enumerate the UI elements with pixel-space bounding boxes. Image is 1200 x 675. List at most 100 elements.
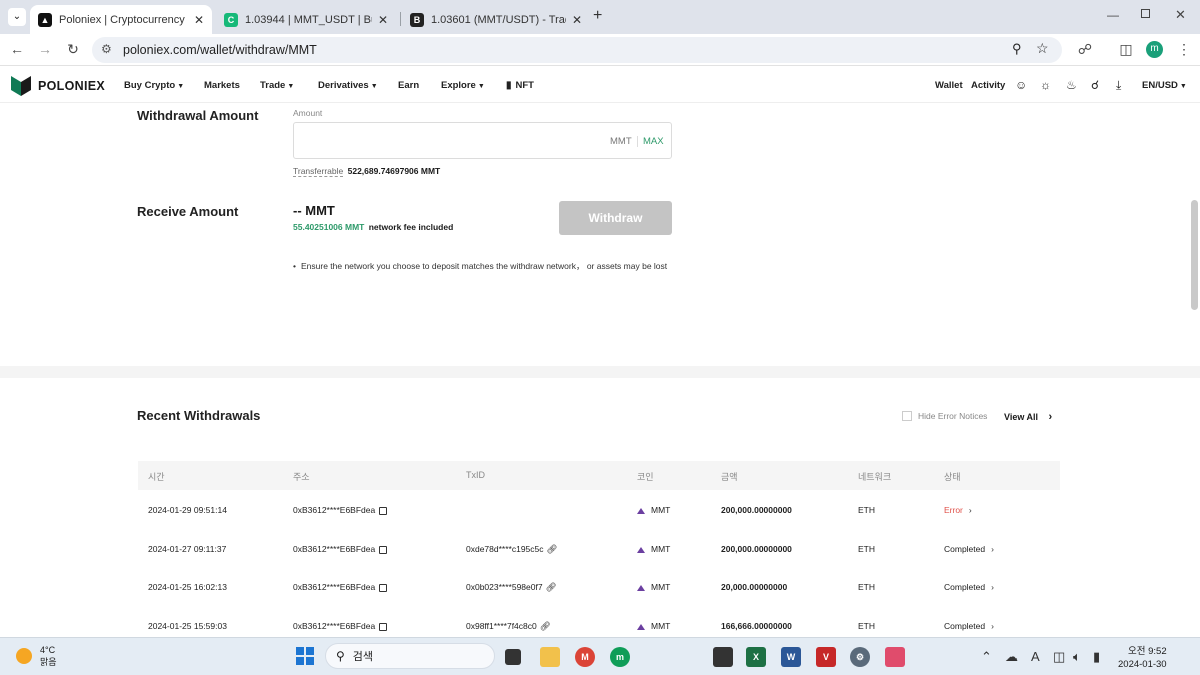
battery-icon[interactable]: ▮	[1093, 649, 1100, 665]
browser-tab-trade[interactable]: B 1.03601 (MMT/USDT) - Trade ✕	[402, 5, 590, 34]
account-icon[interactable]: ☺	[1015, 78, 1027, 92]
download-icon[interactable]: ⤓	[1116, 78, 1121, 93]
amount-currency: MMT	[610, 136, 632, 147]
nav-earn[interactable]: Earn	[398, 80, 419, 91]
poloniex-favicon: ▲	[38, 12, 52, 27]
language-currency-selector[interactable]: EN/USD ▼	[1142, 80, 1187, 91]
close-tab-icon[interactable]: ✕	[572, 13, 582, 27]
nav-derivatives[interactable]: Derivatives ▼	[318, 80, 378, 91]
hide-error-notices-toggle[interactable]: Hide Error Notices	[902, 411, 987, 421]
amount-label: Amount	[293, 108, 323, 118]
amount-cell: 166,666.00000000	[721, 621, 792, 631]
status-cell[interactable]: Completed ›	[944, 544, 994, 554]
chrome-profile-m2-icon[interactable]: m	[610, 647, 630, 667]
nav-markets[interactable]: Markets	[204, 80, 240, 91]
minimize-window-icon[interactable]: —	[1107, 8, 1119, 22]
browser-tab-poloniex[interactable]: ▲ Poloniex | Cryptocurrency Exch ✕	[30, 5, 212, 34]
poloniex-logo[interactable]: POLONIEX	[11, 76, 105, 96]
status-text: Error	[944, 505, 963, 515]
copy-icon[interactable]	[379, 583, 388, 592]
page-scrollbar[interactable]	[1191, 200, 1198, 310]
side-panel-icon[interactable]: ◫	[1117, 41, 1135, 58]
nav-activity[interactable]: Activity	[971, 80, 1005, 91]
bookmark-star-icon[interactable]: ☆	[1036, 40, 1049, 57]
zoom-icon[interactable]: ⚲	[1012, 41, 1022, 57]
tab-search-button[interactable]: ⌄	[8, 8, 26, 26]
address-bar[interactable]: ⚙ poloniex.com/wallet/withdraw/MMT ⚲ ☆	[92, 37, 1062, 63]
settings-gear-icon[interactable]: ⚙	[850, 647, 870, 667]
external-link-icon[interactable]: 🔗︎	[547, 544, 558, 554]
nav-label: NFT	[515, 80, 534, 91]
task-view-icon[interactable]	[505, 649, 521, 665]
nav-buy-crypto[interactable]: Buy Crypto ▼	[124, 80, 184, 91]
amount-input[interactable]: MMT MAX	[293, 122, 672, 159]
snipping-tool-icon[interactable]	[885, 647, 905, 667]
taskbar-search[interactable]: ⚲ 검색	[325, 643, 495, 669]
sticky-notes-icon[interactable]	[713, 647, 733, 667]
red-app-icon[interactable]: V	[816, 647, 836, 667]
site-info-icon[interactable]: ⚙	[101, 42, 112, 56]
coin-cell: MMT	[637, 505, 670, 515]
volume-muted-icon[interactable]: 🔈︎	[1073, 649, 1081, 665]
nav-wallet[interactable]: Wallet	[935, 80, 963, 91]
time-cell: 2024-01-27 09:11:37	[148, 544, 227, 554]
support-headset-icon[interactable]: ☌	[1091, 78, 1099, 92]
mmt-coin-icon	[637, 546, 645, 553]
nav-label: Explore	[441, 80, 476, 91]
forward-icon[interactable]: →	[36, 41, 54, 57]
status-cell[interactable]: Completed ›	[944, 582, 994, 592]
input-method-icon[interactable]: A	[1031, 649, 1040, 664]
hide-error-notices-label: Hide Error Notices	[918, 411, 988, 421]
extensions-icon[interactable]: ☍	[1076, 41, 1094, 58]
network-cell: ETH	[858, 505, 875, 515]
show-hidden-icons-chevron[interactable]: ⌃	[981, 649, 992, 665]
clock-date: 2024-01-30	[1118, 659, 1167, 670]
page-content: Withdrawal Amount Amount MMT MAX Transfe…	[0, 104, 1200, 637]
nav-explore[interactable]: Explore ▼	[441, 80, 485, 91]
address-cell: 0xB3612****E6BFdea	[293, 621, 388, 631]
time-cell: 2024-01-25 15:59:03	[148, 621, 227, 631]
column-header: TxID	[466, 470, 485, 480]
browser-menu-icon[interactable]: ⋮	[1175, 41, 1193, 58]
fee-row: 55.40251006 MMT network fee included	[293, 222, 453, 232]
close-window-icon[interactable]: ✕	[1175, 7, 1186, 23]
new-tab-button[interactable]: +	[593, 7, 602, 25]
copy-icon[interactable]	[379, 506, 388, 515]
status-cell[interactable]: Error ›	[944, 505, 972, 515]
start-button[interactable]	[296, 647, 314, 665]
checkbox-icon[interactable]	[902, 411, 912, 421]
copy-icon[interactable]	[379, 545, 388, 554]
withdraw-button[interactable]: Withdraw	[559, 201, 672, 235]
view-all-link[interactable]: View All ›	[1004, 411, 1052, 423]
nav-trade[interactable]: Trade ▼	[260, 80, 294, 91]
chrome-profile-m-icon[interactable]: M	[575, 647, 595, 667]
nav-nft[interactable]: ▮ NFT	[506, 80, 534, 91]
coin-cell: MMT	[637, 544, 670, 554]
notification-bell-icon[interactable]: ♨	[1066, 78, 1077, 92]
coin-text: MMT	[651, 621, 671, 631]
network-status-icon[interactable]: ☁	[1005, 649, 1018, 665]
word-icon[interactable]: W	[781, 647, 801, 667]
weather-widget[interactable]: 4°C 맑음	[16, 644, 57, 668]
close-tab-icon[interactable]: ✕	[194, 13, 204, 27]
copy-icon[interactable]	[379, 622, 388, 631]
excel-icon[interactable]: X	[746, 647, 766, 667]
theme-sun-icon[interactable]: ☼	[1040, 78, 1051, 92]
restore-window-icon[interactable]	[1141, 9, 1150, 18]
clock[interactable]: 오전 9:52 2024-01-30	[1118, 645, 1167, 671]
reload-icon[interactable]: ↻	[64, 41, 82, 58]
max-button[interactable]: MAX	[643, 136, 664, 147]
address-text: 0xB3612****E6BFdea	[293, 544, 376, 554]
browser-tab-mmt-usdt[interactable]: C 1.03944 | MMT_USDT | Buy M ✕	[216, 5, 396, 34]
status-cell[interactable]: Completed ›	[944, 621, 994, 631]
wifi-icon[interactable]: ◫	[1053, 649, 1065, 665]
profile-avatar[interactable]: m	[1146, 41, 1163, 58]
column-header: 시간	[148, 472, 165, 482]
status-text: Completed	[944, 544, 986, 554]
external-link-icon[interactable]: 🔗︎	[540, 621, 551, 631]
amount-cell: 200,000.00000000	[721, 544, 792, 554]
file-explorer-icon[interactable]	[540, 647, 560, 667]
external-link-icon[interactable]: 🔗︎	[546, 582, 557, 592]
close-tab-icon[interactable]: ✕	[378, 13, 388, 27]
back-icon[interactable]: ←	[8, 41, 26, 57]
